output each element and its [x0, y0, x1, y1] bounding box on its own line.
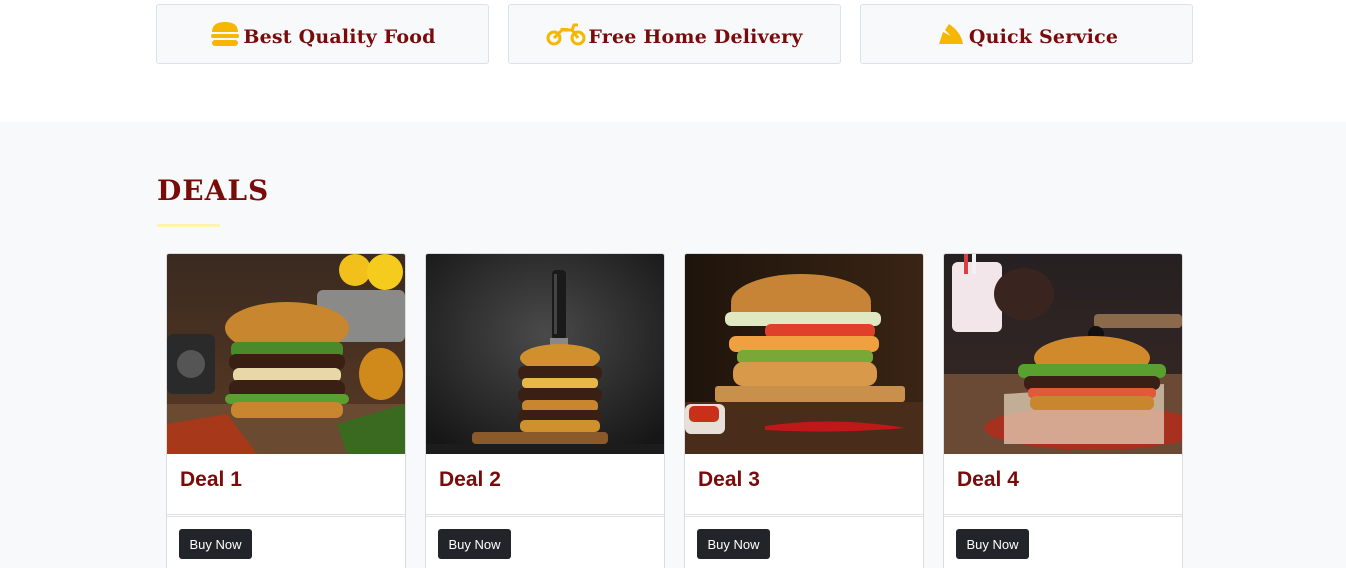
deal-image — [685, 254, 923, 454]
buy-now-button[interactable]: Buy Now — [697, 529, 770, 559]
buy-now-button[interactable]: Buy Now — [956, 529, 1029, 559]
feature-label: Quick Service — [968, 26, 1119, 48]
feature-free-delivery: Free Home Delivery — [508, 4, 841, 64]
speed-icon — [935, 20, 967, 48]
deal-title: Deal 2 — [439, 468, 501, 491]
card-divider — [426, 514, 664, 517]
buy-now-button[interactable]: Buy Now — [438, 529, 511, 559]
card-divider — [685, 514, 923, 517]
feature-label: Best Quality Food — [243, 26, 436, 48]
feature-quick-service: Quick Service — [860, 4, 1193, 64]
deal-title: Deal 1 — [180, 468, 242, 491]
deal-image — [167, 254, 405, 454]
card-divider — [944, 514, 1182, 517]
burger-icon — [209, 20, 241, 48]
deals-title: DEALS — [157, 174, 270, 207]
deal-card: Deal 3 Buy Now — [684, 253, 924, 568]
buy-now-button[interactable]: Buy Now — [179, 529, 252, 559]
deal-title: Deal 4 — [957, 468, 1019, 491]
deal-card: Deal 2 Buy Now — [425, 253, 665, 568]
features-section: Best Quality Food Free Home Delivery Qui… — [0, 0, 1346, 122]
deal-image — [426, 254, 664, 454]
deal-card: Deal 1 Buy Now — [166, 253, 406, 568]
title-underline — [157, 224, 220, 227]
deal-card: Deal 4 Buy Now — [943, 253, 1183, 568]
feature-label: Free Home Delivery — [588, 26, 803, 48]
card-divider — [167, 514, 405, 517]
deals-section: DEALS Deal 1 Buy Now Deal 2 Buy Now Deal… — [0, 122, 1346, 568]
feature-best-quality: Best Quality Food — [156, 4, 489, 64]
motorcycle-icon — [546, 20, 586, 48]
deal-title: Deal 3 — [698, 468, 760, 491]
deal-image — [944, 254, 1182, 454]
